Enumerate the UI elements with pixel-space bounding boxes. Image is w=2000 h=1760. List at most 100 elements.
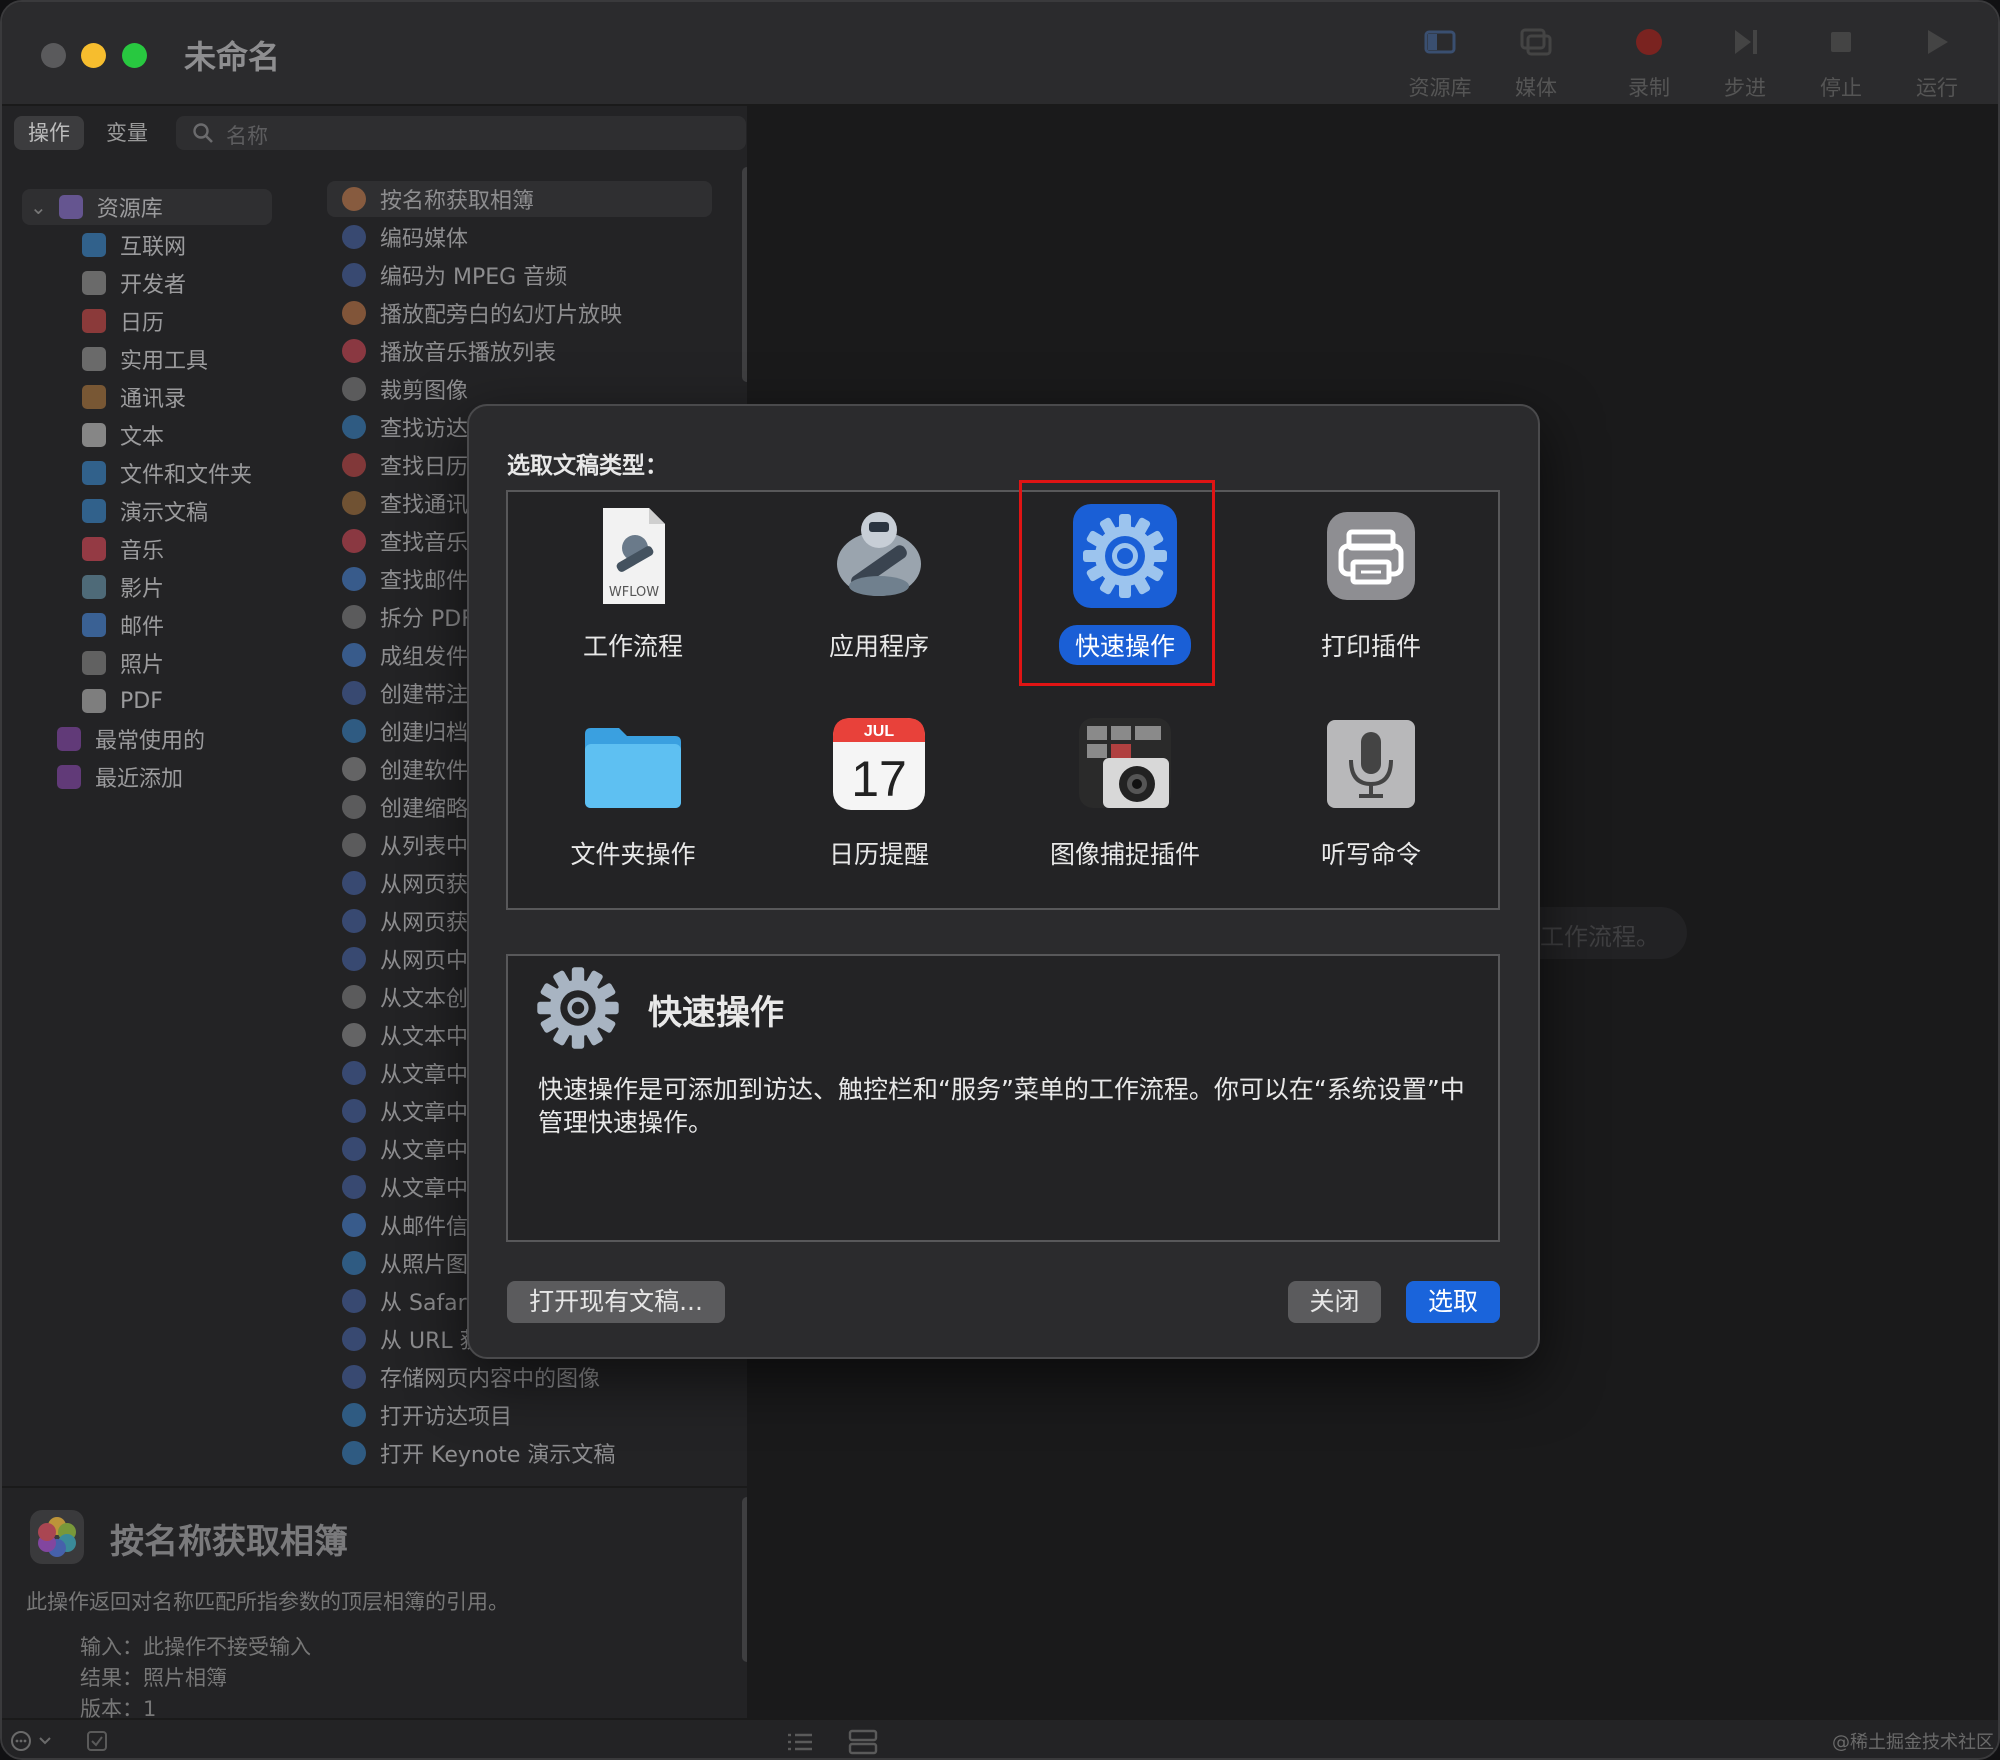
gear-icon (537, 967, 619, 1049)
type-folder-action[interactable]: 文件夹操作 (535, 700, 731, 890)
action-menu-icon[interactable] (10, 1729, 56, 1753)
library-icon (58, 195, 83, 219)
action-list-item[interactable]: 从网页获 (342, 865, 468, 901)
tab-variables[interactable]: 变量 (92, 116, 162, 150)
sidebar-item-label: 开发者 (120, 273, 187, 298)
close-window-button[interactable] (41, 43, 66, 68)
sidebar-item-15[interactable]: 最近添加 (57, 759, 183, 795)
library-toolbar-button[interactable]: 资源库 (1395, 24, 1485, 100)
action-list-item[interactable]: 播放配旁白的幻灯片放映 (342, 295, 622, 331)
action-list-item[interactable]: 从文章中 (342, 1055, 468, 1091)
record-toolbar-button[interactable]: 录制 (1604, 24, 1694, 100)
sidebar-item-10[interactable]: 影片 (82, 569, 164, 605)
sidebar-item-13[interactable]: PDF (82, 683, 163, 719)
action-icon (342, 1441, 366, 1465)
action-list-item[interactable]: 从 URL 获 (342, 1321, 482, 1357)
action-list-item[interactable]: 从文章中 (342, 1131, 468, 1167)
run-toolbar-button[interactable]: 运行 (1892, 24, 1982, 100)
photos-icon (30, 1510, 84, 1564)
action-list-item[interactable]: 查找访达 (342, 409, 468, 445)
sidebar-item-12[interactable]: 照片 (82, 645, 164, 681)
action-list-item[interactable]: 查找邮件 (342, 561, 468, 597)
sidebar-item-0[interactable]: ⌄ 资源库 (22, 189, 272, 225)
action-list-item[interactable]: 从网页中 (342, 941, 468, 977)
action-list-item[interactable]: 按名称获取相簿 (327, 181, 712, 217)
type-application[interactable]: 应用程序 (781, 492, 977, 682)
action-label: 打开 Keynote 演示文稿 (380, 1443, 616, 1468)
close-button[interactable]: 关闭 (1288, 1281, 1381, 1323)
action-list-item[interactable]: 查找日历 (342, 447, 468, 483)
sidebar-item-label: 最近添加 (95, 767, 184, 792)
action-list-item[interactable]: 从照片图 (342, 1245, 468, 1281)
action-list-item[interactable]: 从文章中 (342, 1169, 468, 1205)
sidebar-item-5[interactable]: 通讯录 (82, 379, 186, 415)
type-image-capture[interactable]: 图像捕捉插件 (1027, 700, 1223, 890)
media-toolbar-button[interactable]: 媒体 (1491, 24, 1581, 100)
action-list-item[interactable]: 播放音乐播放列表 (342, 333, 556, 369)
type-calendar-alarm[interactable]: JUL 17 日历提醒 (781, 700, 977, 890)
action-list-item[interactable]: 成组发件 (342, 637, 468, 673)
sidebar-item-label: 照片 (120, 653, 165, 678)
action-list-item[interactable]: 从文本中 (342, 1017, 468, 1053)
action-list-item[interactable]: 从文章中 (342, 1093, 468, 1129)
action-icon (342, 757, 366, 781)
sidebar-item-2[interactable]: 开发者 (82, 265, 186, 301)
action-list-item[interactable]: 创建归档 (342, 713, 468, 749)
action-list-item[interactable]: 存储网页内容中的图像 (342, 1359, 600, 1395)
type-print-plugin[interactable]: 打印插件 (1273, 492, 1469, 682)
action-list-item[interactable]: 打开 Keynote 演示文稿 (342, 1435, 615, 1471)
tab-actions[interactable]: 操作 (14, 116, 84, 150)
action-list-item[interactable]: 编码媒体 (342, 219, 468, 255)
choose-button[interactable]: 选取 (1406, 1281, 1500, 1323)
action-list-item[interactable]: 查找音乐 (342, 523, 468, 559)
minimize-window-button[interactable] (81, 43, 106, 68)
sidebar-item-14[interactable]: 最常使用的 (57, 721, 205, 757)
action-list-item[interactable]: 从邮件信 (342, 1207, 468, 1243)
action-label: 存储网页内容中的图像 (380, 1367, 601, 1392)
microphone-icon (1327, 720, 1415, 808)
action-list-item[interactable]: 从网页获 (342, 903, 468, 939)
type-folder-action-label: 文件夹操作 (570, 840, 696, 869)
search-input[interactable]: 名称 (176, 116, 746, 150)
action-list-item[interactable]: 从 Safari (342, 1283, 473, 1319)
action-list-item[interactable]: 创建缩略 (342, 789, 468, 825)
type-workflow[interactable]: WFLOW 工作流程 (535, 492, 731, 682)
description-result: 结果：照片相簿 (80, 1666, 227, 1690)
action-list-item[interactable]: 拆分 PDF (342, 599, 474, 635)
open-existing-button[interactable]: 打开现有文稿... (507, 1281, 725, 1323)
action-label: 查找日历 (380, 455, 469, 480)
action-icon (342, 643, 366, 667)
step-toolbar-button[interactable]: 步进 (1700, 24, 1790, 100)
sidebar-item-8[interactable]: 演示文稿 (82, 493, 208, 529)
sidebar-item-9[interactable]: 音乐 (82, 531, 164, 567)
info-text: 快速操作是可添加到访达、触控栏和“服务”菜单的工作流程。你可以在“系统设置”中管… (538, 1075, 1465, 1137)
action-label: 查找邮件 (380, 569, 469, 594)
zoom-window-button[interactable] (122, 43, 147, 68)
action-list-item[interactable]: 从文本创 (342, 979, 468, 1015)
action-list-item[interactable]: 从列表中 (342, 827, 468, 863)
type-dictation-command[interactable]: 听写命令 (1273, 700, 1469, 890)
stop-toolbar-button[interactable]: 停止 (1796, 24, 1886, 100)
checkbox-icon[interactable] (86, 1730, 108, 1752)
list-view-icon[interactable] (786, 1731, 814, 1753)
sidebar-item-11[interactable]: 邮件 (82, 607, 164, 643)
action-list-item[interactable]: 打开访达项目 (342, 1397, 512, 1433)
action-label: 播放配旁白的幻灯片放映 (380, 303, 623, 328)
action-list-item[interactable]: 创建带注 (342, 675, 468, 711)
action-label: 编码媒体 (380, 227, 469, 252)
sidebar-item-6[interactable]: 文本 (82, 417, 164, 453)
action-list-item[interactable]: 编码为 MPEG 音频 (342, 257, 567, 293)
sidebar-item-1[interactable]: 互联网 (82, 227, 186, 263)
action-list-item[interactable]: 创建软件 (342, 751, 468, 787)
sidebar-item-7[interactable]: 文件和文件夹 (82, 455, 252, 491)
sidebar-item-3[interactable]: 日历 (82, 303, 164, 339)
log-view-icon[interactable] (848, 1729, 878, 1755)
sidebar-item-4[interactable]: 实用工具 (82, 341, 208, 377)
action-icon (342, 1175, 366, 1199)
action-list-item[interactable]: 裁剪图像 (342, 371, 468, 407)
tools-icon (82, 347, 106, 371)
chevron-down-icon[interactable]: ⌄ (30, 195, 47, 219)
action-label: 从文本创 (380, 987, 469, 1012)
sidebar-item-label: 音乐 (120, 539, 165, 564)
action-list-item[interactable]: 查找通讯 (342, 485, 468, 521)
